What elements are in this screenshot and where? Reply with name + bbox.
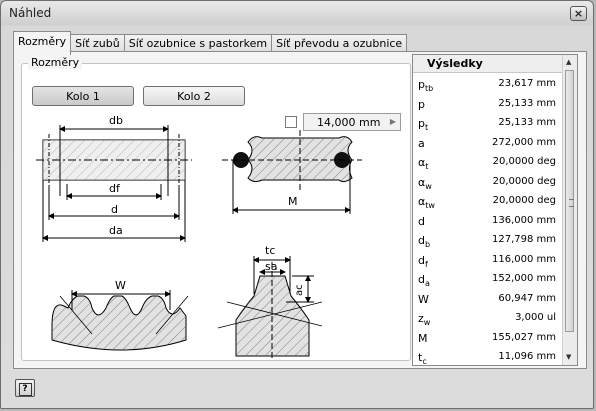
result-name: ptb: [418, 78, 433, 93]
help-button[interactable]: ?: [15, 379, 35, 397]
result-symbol: d: [418, 214, 425, 228]
result-row: αt 20,0000 deg: [413, 152, 563, 172]
result-value: 136,000 mm: [491, 214, 556, 226]
result-name: da: [418, 273, 430, 288]
result-row: df 116,000 mm: [413, 250, 563, 270]
result-value: 272,000 mm: [491, 136, 556, 148]
result-row: ptb 23,617 mm: [413, 74, 563, 94]
dimension-diagrams: db df d da M W tc sa ac: [36, 114, 362, 360]
result-row: W 60,947 mm: [413, 289, 563, 309]
span-measure-drawing: [51, 290, 189, 351]
result-symbol: a: [418, 136, 425, 150]
result-symbol: p: [418, 78, 425, 91]
results-list: Výsledky ptb 23,617 mm p 25,133 mm pt 25,133 …: [412, 54, 578, 366]
result-name: pt: [418, 117, 428, 132]
label-df: df: [109, 182, 121, 195]
result-name: d: [418, 215, 425, 228]
result-subscript: c: [422, 357, 427, 366]
dimensions-group: Rozměry Kolo 1 Kolo 2 14,000 mm ▶ db df …: [21, 56, 411, 361]
result-name: W: [418, 293, 429, 306]
result-symbol: M: [418, 331, 428, 345]
result-name: df: [418, 254, 428, 269]
result-subscript: w: [423, 318, 431, 328]
result-subscript: tb: [424, 84, 434, 94]
result-row: tc 11,096 mm: [413, 347, 563, 366]
result-value: 116,000 mm: [491, 253, 556, 265]
result-name: M: [418, 332, 428, 345]
result-value: 11,096 mm: [498, 351, 556, 362]
label-db: db: [109, 114, 123, 127]
close-button[interactable]: ×: [570, 6, 587, 21]
label-d: d: [111, 203, 118, 216]
result-symbol: p: [418, 97, 425, 111]
preview-window: Náhled × Rozměry Síť zubů Síť ozubnice s…: [0, 0, 594, 409]
result-value: 25,133 mm: [498, 117, 556, 128]
window-title: Náhled: [9, 6, 52, 20]
result-value: 3,000 ul: [515, 312, 556, 323]
result-name: zw: [418, 312, 430, 327]
result-name: αtw: [418, 195, 435, 210]
result-value: 20,0000 deg: [492, 156, 556, 167]
result-subscript: t: [424, 123, 429, 133]
result-row: αtw 20,0000 deg: [413, 191, 563, 211]
result-row: da 152,000 mm: [413, 269, 563, 289]
result-value: 155,027 mm: [491, 331, 556, 343]
result-name: p: [418, 98, 425, 111]
result-symbol: d: [418, 253, 425, 267]
results-scrollbar[interactable]: ▲ ▼: [562, 55, 577, 365]
label-da: da: [109, 224, 123, 237]
result-subscript: w: [425, 181, 432, 191]
scroll-thumb[interactable]: [565, 70, 574, 332]
result-value: 23,617 mm: [498, 78, 556, 89]
result-name: αt: [418, 156, 428, 171]
result-row: db 127,798 mm: [413, 230, 563, 250]
grip-icon: [569, 199, 574, 207]
result-symbol: p: [418, 117, 425, 130]
result-value: 152,000 mm: [491, 273, 556, 284]
result-subscript: t: [425, 162, 429, 172]
result-row: pt 25,133 mm: [413, 113, 563, 133]
result-name: db: [418, 234, 430, 249]
result-name: a: [418, 137, 425, 150]
result-subscript: tw: [425, 201, 435, 211]
result-value: 127,798 mm: [491, 234, 556, 245]
result-subscript: a: [424, 279, 430, 289]
tab-rozmery[interactable]: Rozměry: [13, 31, 72, 55]
scroll-up-icon[interactable]: ▲: [566, 58, 571, 66]
result-subscript: b: [424, 240, 431, 250]
result-value: 20,0000 deg: [492, 195, 556, 206]
result-row: M 155,027 mm: [413, 328, 563, 348]
result-symbol: d: [418, 234, 425, 247]
result-row: a 272,000 mm: [413, 133, 563, 153]
label-sa: sa: [265, 260, 277, 273]
label-m: M: [288, 195, 298, 208]
scroll-down-icon[interactable]: ▼: [566, 353, 571, 361]
result-name: αw: [418, 176, 432, 191]
result-value: 25,133 mm: [498, 97, 556, 109]
result-row: d 136,000 mm: [413, 211, 563, 231]
result-value: 20,0000 deg: [492, 175, 556, 187]
result-subscript: f: [424, 259, 428, 269]
result-row: p 25,133 mm: [413, 94, 563, 114]
result-symbol: d: [418, 273, 425, 286]
results-header: Výsledky: [413, 55, 563, 73]
result-name: tc: [418, 351, 427, 366]
result-symbol: W: [418, 292, 429, 306]
label-w: W: [115, 279, 126, 292]
result-row: zw 3,000 ul: [413, 308, 563, 328]
help-icon: ?: [18, 383, 32, 396]
tab-bar: Rozměry Síť zubů Síť ozubnice s pastorke…: [13, 31, 408, 55]
result-row: αw 20,0000 deg: [413, 172, 563, 192]
result-value: 60,947 mm: [498, 292, 556, 304]
tab-panel: Rozměry Kolo 1 Kolo 2 14,000 mm ▶ db df …: [13, 51, 587, 369]
label-tc: tc: [265, 244, 275, 257]
label-ac: ac: [294, 284, 305, 296]
close-icon: ×: [573, 7, 584, 20]
